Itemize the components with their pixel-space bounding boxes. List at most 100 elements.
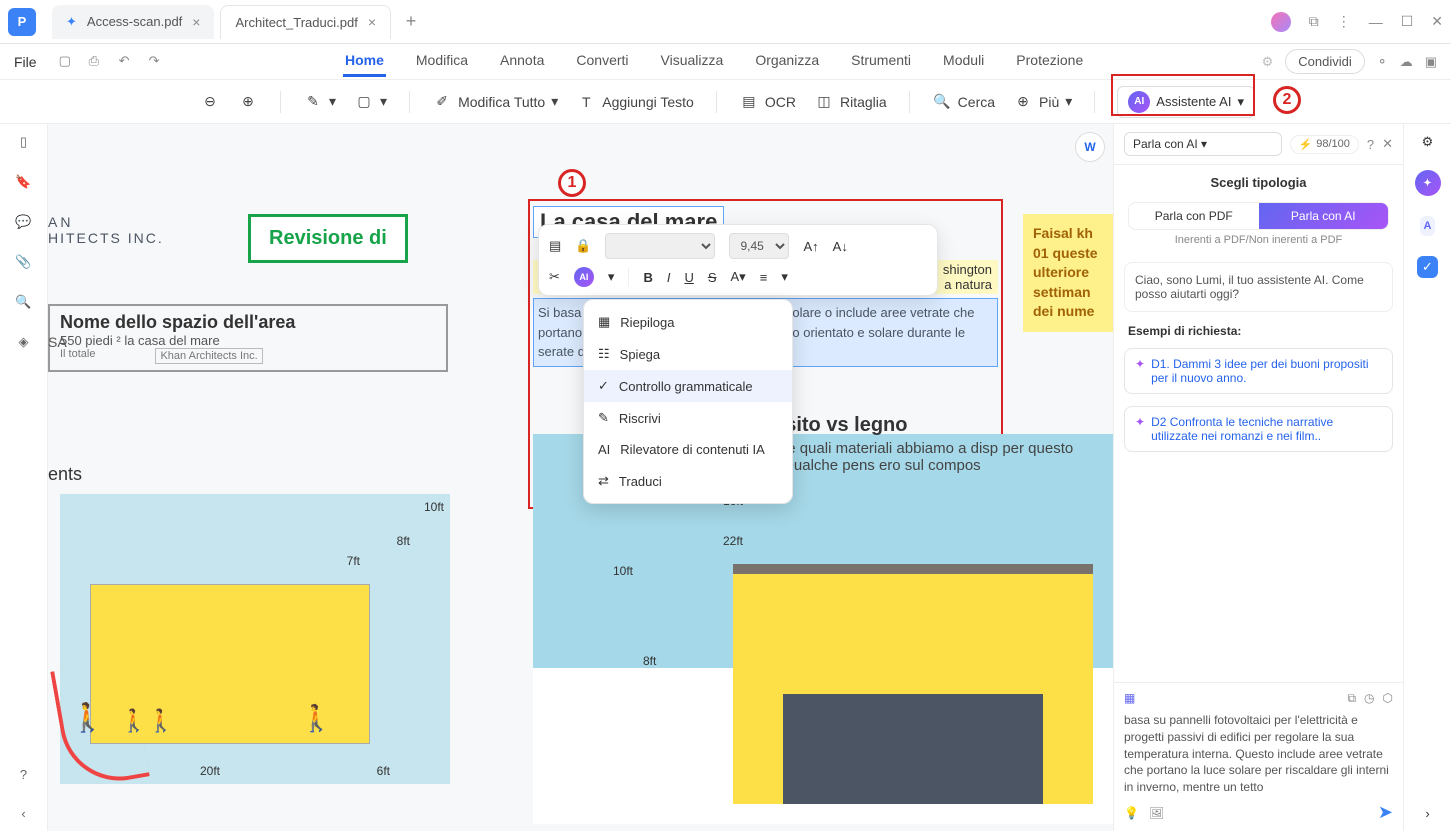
text-fragment: shington xyxy=(943,262,992,277)
properties-icon[interactable]: ▤ xyxy=(549,238,561,254)
pill-ai[interactable]: Parla con AI xyxy=(1259,203,1389,229)
tab-protect[interactable]: Protezione xyxy=(1014,46,1085,77)
user-avatar[interactable] xyxy=(1271,12,1291,32)
font-color-icon[interactable]: A▾ xyxy=(731,269,746,285)
bulb-icon[interactable]: ⚙ xyxy=(1262,54,1274,70)
cloud-icon[interactable]: ☁ xyxy=(1400,54,1413,70)
tab-label: Architect_Traduci.pdf xyxy=(235,15,357,30)
ai-menu-rewrite[interactable]: ✎Riscrivi xyxy=(584,402,792,434)
ai-menu-detector[interactable]: AIRilevatore di contenuti IA xyxy=(584,434,792,465)
help-icon[interactable]: ? xyxy=(20,767,27,782)
search-button[interactable]: 🔍Cerca xyxy=(932,92,995,112)
save-icon[interactable]: ▢ xyxy=(59,53,77,71)
image-icon[interactable]: 🖼 xyxy=(1149,806,1164,820)
ai-dropdown-icon[interactable]: AI xyxy=(574,267,594,287)
sitemap-icon[interactable]: ⚬ xyxy=(1377,54,1388,70)
tab-active[interactable]: Architect_Traduci.pdf × xyxy=(220,5,391,39)
tab-inactive[interactable]: ✦ Access-scan.pdf × xyxy=(52,5,214,39)
edit-all-button[interactable]: ✐Modifica Tutto▾ xyxy=(432,92,558,112)
adjust-icon[interactable]: ⚙ xyxy=(1422,134,1434,150)
underline-icon[interactable]: U xyxy=(684,270,693,285)
collapse-icon[interactable]: ‹ xyxy=(21,806,25,821)
font-size-select[interactable]: 9,45 xyxy=(729,233,789,259)
ai-badge-icon[interactable]: A xyxy=(1420,216,1436,236)
highlighter-button[interactable]: ✎▾ xyxy=(303,92,336,112)
export-word-icon[interactable]: W xyxy=(1075,132,1105,162)
document-canvas[interactable]: 1 W AN HITECTS INC. Revisione di Nome de… xyxy=(48,124,1113,831)
more-button[interactable]: ⊕Più▾ xyxy=(1013,92,1072,112)
footer-history-icon[interactable]: ◷ xyxy=(1364,691,1374,706)
ai-mode-select[interactable]: Parla con AI ▾ xyxy=(1124,132,1282,156)
redo-icon[interactable]: ↷ xyxy=(149,53,167,71)
tab-convert[interactable]: Converti xyxy=(574,46,630,77)
tab-view[interactable]: Visualizza xyxy=(659,46,726,77)
check-icon[interactable]: ✓ xyxy=(1417,256,1438,278)
title-bar: P ✦ Access-scan.pdf × Architect_Traduci.… xyxy=(0,0,1451,44)
file-menu[interactable]: File xyxy=(14,54,37,70)
zoom-in-button[interactable]: ⊕ xyxy=(238,92,258,112)
text-fragment: a natura xyxy=(944,277,992,292)
tab-tools[interactable]: Strumenti xyxy=(849,46,913,77)
ai-menu-translate[interactable]: ⇄Traduci xyxy=(584,465,792,497)
attachments-icon[interactable]: 📎 xyxy=(15,254,31,270)
ai-menu-summarize[interactable]: ▦Riepiloga xyxy=(584,306,792,338)
tab-organize[interactable]: Organizza xyxy=(753,46,821,77)
panel-close-icon[interactable]: ✕ xyxy=(1382,136,1393,152)
footer-doc-icon[interactable]: ▦ xyxy=(1124,691,1135,706)
ocr-button[interactable]: ▤OCR xyxy=(739,92,796,112)
bulb-icon[interactable]: 💡 xyxy=(1124,806,1139,820)
tab-home[interactable]: Home xyxy=(343,46,386,77)
lock-icon[interactable]: 🔒 xyxy=(575,238,591,254)
maximize-icon[interactable]: ☐ xyxy=(1401,13,1414,30)
text-fragment: ents xyxy=(48,464,82,485)
bookmarks-icon[interactable]: 🔖 xyxy=(15,174,31,190)
restore-window-icon[interactable]: ⧉ xyxy=(1309,13,1319,30)
thumbnails-icon[interactable]: ▯ xyxy=(20,134,27,150)
tab-edit[interactable]: Modifica xyxy=(414,46,470,77)
tab-forms[interactable]: Moduli xyxy=(941,46,986,77)
cut-icon[interactable]: ✂ xyxy=(549,269,560,285)
panel-icon[interactable]: ▣ xyxy=(1425,54,1437,70)
print-icon[interactable]: ⎙ xyxy=(89,53,107,71)
sticky-note[interactable]: Faisal kh 01 queste ulteriore settiman d… xyxy=(1023,214,1113,332)
layers-icon[interactable]: ◈ xyxy=(19,334,29,350)
new-tab-button[interactable]: + xyxy=(397,11,425,32)
undo-icon[interactable]: ↶ xyxy=(119,53,137,71)
strike-icon[interactable]: S xyxy=(708,270,717,285)
search-icon[interactable]: 🔍 xyxy=(15,294,31,310)
expand-rail-icon[interactable]: › xyxy=(1425,806,1429,821)
comments-icon[interactable]: 💬 xyxy=(15,214,31,230)
italic-icon[interactable]: I xyxy=(667,270,671,285)
ai-input-preview[interactable]: basa su pannelli fotovoltaici per l'elet… xyxy=(1124,712,1393,796)
pill-pdf[interactable]: Parla con PDF xyxy=(1129,203,1259,229)
increase-font-icon[interactable]: A↑ xyxy=(803,239,818,254)
close-icon[interactable]: × xyxy=(192,14,200,30)
decrease-font-icon[interactable]: A↓ xyxy=(833,239,848,254)
footer-settings-icon[interactable]: ⬡ xyxy=(1383,691,1393,706)
example-prompt-1[interactable]: ✦D1. Dammi 3 idee per dei buoni proposit… xyxy=(1124,348,1393,394)
shape-button[interactable]: ▢▾ xyxy=(354,92,387,112)
more-format-icon[interactable]: ▾ xyxy=(781,269,788,285)
ai-menu-explain[interactable]: ☷Spiega xyxy=(584,338,792,370)
footer-copy-icon[interactable]: ⧉ xyxy=(1347,691,1356,706)
align-icon[interactable]: ≡ xyxy=(760,270,768,285)
zoom-out-button[interactable]: ⊖ xyxy=(200,92,220,112)
examples-label: Esempi di richiesta: xyxy=(1114,320,1403,342)
panel-help-icon[interactable]: ? xyxy=(1367,137,1374,152)
ai-rail-icon[interactable]: ✦ xyxy=(1415,170,1441,196)
bold-icon[interactable]: B xyxy=(643,270,652,285)
close-icon[interactable]: × xyxy=(368,14,376,30)
example-prompt-2[interactable]: ✦D2 Confronta le tecniche narrative util… xyxy=(1124,406,1393,452)
font-family-select[interactable] xyxy=(605,233,715,259)
kebab-icon[interactable]: ⋮ xyxy=(1337,13,1351,30)
tab-annotate[interactable]: Annota xyxy=(498,46,546,77)
minimize-icon[interactable]: — xyxy=(1369,14,1383,30)
revision-annotation[interactable]: Revisione di xyxy=(248,214,408,263)
close-window-icon[interactable]: ✕ xyxy=(1431,13,1443,30)
area-firm: Khan Architects Inc. xyxy=(155,348,262,364)
send-icon[interactable]: ➤ xyxy=(1378,802,1393,823)
crop-button[interactable]: ◫Ritaglia xyxy=(814,92,887,112)
share-button[interactable]: Condividi xyxy=(1285,49,1364,74)
add-text-button[interactable]: TAggiungi Testo xyxy=(576,92,694,112)
ai-menu-grammar[interactable]: ✓Controllo grammaticale xyxy=(584,370,792,402)
